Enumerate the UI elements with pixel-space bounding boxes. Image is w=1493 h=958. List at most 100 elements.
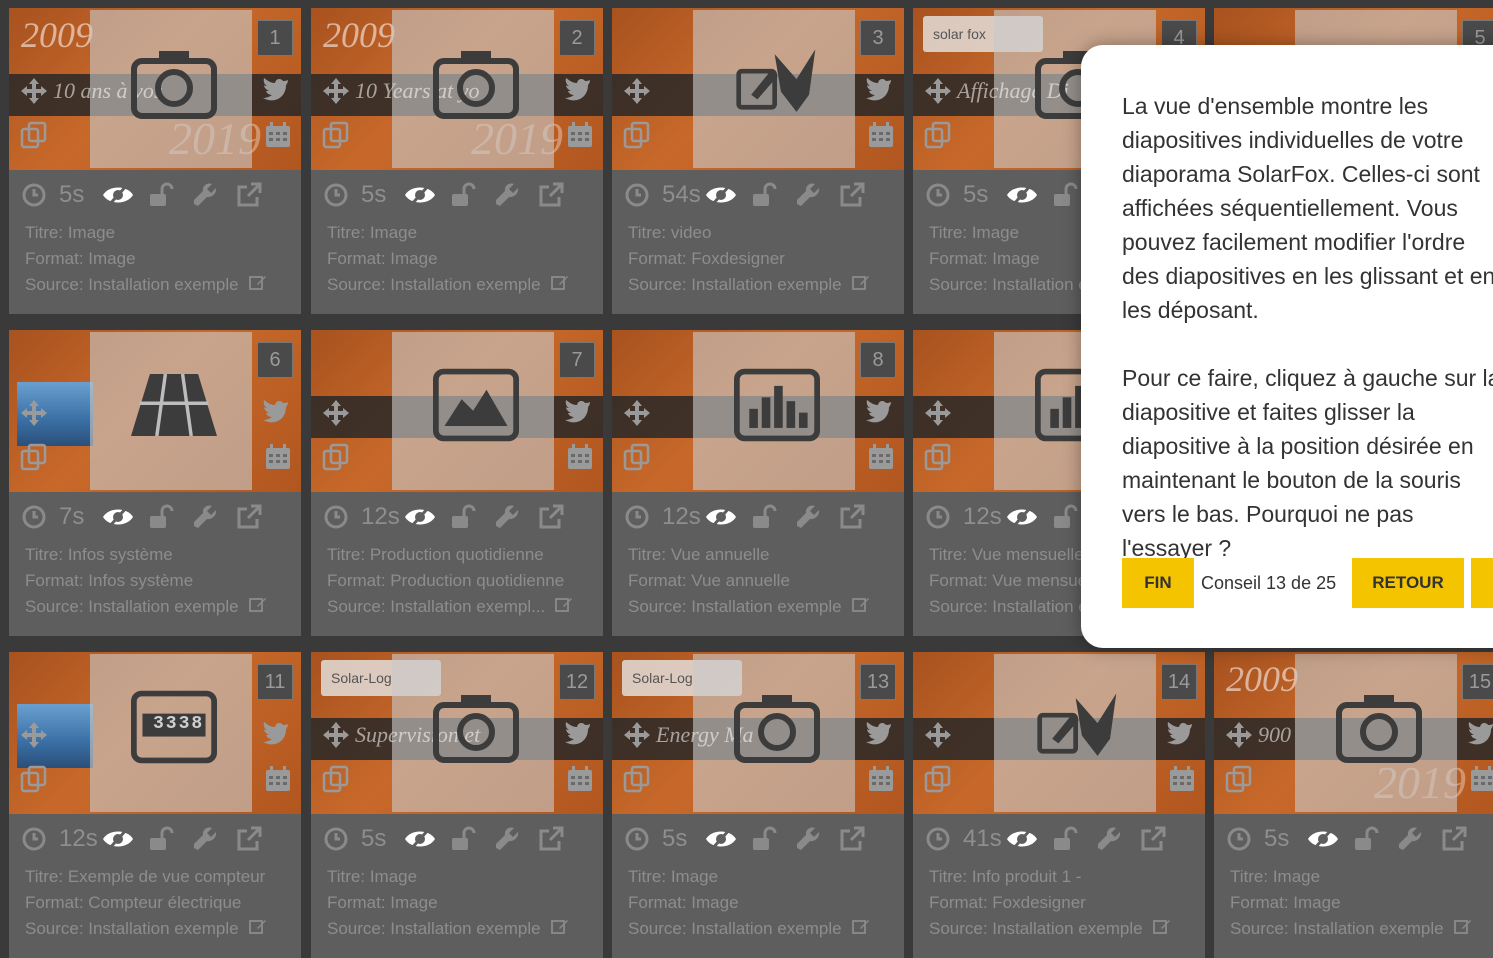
move-icon[interactable] — [321, 720, 351, 750]
copy-icon[interactable] — [622, 120, 652, 150]
edit-source-icon[interactable] — [248, 594, 267, 620]
copy-icon[interactable] — [321, 764, 351, 794]
calendar-icon[interactable] — [1167, 764, 1197, 794]
back-button[interactable]: RETOUR — [1352, 558, 1464, 608]
visibility-toggle-icon[interactable] — [1005, 826, 1039, 852]
external-link-icon[interactable] — [838, 826, 866, 852]
edit-source-icon[interactable] — [851, 916, 870, 942]
edit-source-icon[interactable] — [248, 916, 267, 942]
copy-icon[interactable] — [923, 120, 953, 150]
edit-source-icon[interactable] — [1152, 916, 1171, 942]
unlock-icon[interactable] — [449, 504, 477, 530]
move-icon[interactable] — [923, 720, 953, 750]
settings-wrench-icon[interactable] — [493, 504, 521, 530]
slide-card[interactable]: 20092019900155sTitre: ImageFormat: Image… — [1214, 652, 1493, 958]
external-link-icon[interactable] — [235, 826, 263, 852]
calendar-icon[interactable] — [565, 764, 595, 794]
twitter-icon[interactable] — [563, 74, 593, 104]
settings-wrench-icon[interactable] — [1396, 826, 1424, 852]
copy-icon[interactable] — [321, 120, 351, 150]
twitter-icon[interactable] — [1165, 718, 1195, 748]
slide-thumbnail[interactable]: 7 — [311, 330, 603, 492]
slide-thumbnail[interactable]: 2009201910 ans à vos1 — [9, 8, 301, 170]
slide-thumbnail[interactable]: Solar-Log Energy Ma 13 — [612, 652, 904, 814]
slide-card[interactable]: 6 7s Titre: Infos système Format: Infos sys… — [9, 330, 301, 636]
visibility-toggle-icon[interactable] — [403, 504, 437, 530]
slide-thumbnail[interactable]: 2009201910 Years at yo2 — [311, 8, 603, 170]
calendar-icon[interactable] — [565, 120, 595, 150]
twitter-icon[interactable] — [261, 396, 291, 426]
move-icon[interactable] — [622, 76, 652, 106]
external-link-icon[interactable] — [838, 182, 866, 208]
visibility-toggle-icon[interactable] — [1306, 826, 1340, 852]
settings-wrench-icon[interactable] — [794, 826, 822, 852]
external-link-icon[interactable] — [537, 182, 565, 208]
edit-source-icon[interactable] — [555, 594, 573, 620]
slide-thumbnail[interactable]: 3 — [612, 8, 904, 170]
move-icon[interactable] — [19, 76, 49, 106]
unlock-icon[interactable] — [750, 182, 778, 208]
external-link-icon[interactable] — [235, 182, 263, 208]
next-button[interactable] — [1471, 558, 1493, 608]
calendar-icon[interactable] — [1468, 764, 1493, 794]
slide-card[interactable]: 3338 11 12s Titre: Exemple de vue compteur F… — [9, 652, 301, 958]
move-icon[interactable] — [321, 398, 351, 428]
copy-icon[interactable] — [19, 120, 49, 150]
unlock-icon[interactable] — [750, 826, 778, 852]
calendar-icon[interactable] — [565, 442, 595, 472]
twitter-icon[interactable] — [1466, 718, 1493, 748]
copy-icon[interactable] — [1224, 764, 1254, 794]
visibility-toggle-icon[interactable] — [403, 826, 437, 852]
edit-source-icon[interactable] — [851, 272, 870, 298]
settings-wrench-icon[interactable] — [191, 182, 219, 208]
settings-wrench-icon[interactable] — [794, 504, 822, 530]
unlock-icon[interactable] — [750, 504, 778, 530]
edit-source-icon[interactable] — [248, 272, 267, 298]
edit-source-icon[interactable] — [550, 272, 569, 298]
slide-thumbnail[interactable]: Solar-Log Supervision et 12 — [311, 652, 603, 814]
slide-card[interactable]: 3 54s Titre: video Format: Foxdesigner Sourc… — [612, 8, 904, 314]
edit-source-icon[interactable] — [550, 916, 569, 942]
visibility-toggle-icon[interactable] — [101, 504, 135, 530]
twitter-icon[interactable] — [563, 718, 593, 748]
external-link-icon[interactable] — [235, 504, 263, 530]
twitter-icon[interactable] — [261, 74, 291, 104]
visibility-toggle-icon[interactable] — [1005, 504, 1039, 530]
calendar-icon[interactable] — [263, 442, 293, 472]
move-icon[interactable] — [923, 398, 953, 428]
visibility-toggle-icon[interactable] — [403, 182, 437, 208]
visibility-toggle-icon[interactable] — [704, 826, 738, 852]
move-icon[interactable] — [622, 398, 652, 428]
slide-thumbnail[interactable]: 8 — [612, 330, 904, 492]
slide-card[interactable]: 2009201910 ans à vos1 5s Titre: Image Forma… — [9, 8, 301, 314]
settings-wrench-icon[interactable] — [794, 182, 822, 208]
settings-wrench-icon[interactable] — [493, 826, 521, 852]
external-link-icon[interactable] — [1139, 826, 1167, 852]
slide-card[interactable]: 8 12s Titre: Vue annuelle Format: Vue annue… — [612, 330, 904, 636]
unlock-icon[interactable] — [1352, 826, 1380, 852]
settings-wrench-icon[interactable] — [191, 504, 219, 530]
calendar-icon[interactable] — [866, 120, 896, 150]
copy-icon[interactable] — [923, 442, 953, 472]
external-link-icon[interactable] — [1440, 826, 1468, 852]
copy-icon[interactable] — [321, 442, 351, 472]
move-icon[interactable] — [19, 720, 49, 750]
calendar-icon[interactable] — [866, 442, 896, 472]
unlock-icon[interactable] — [1051, 182, 1079, 208]
slide-card[interactable]: Solar-Log Energy Ma 13 5s Titre: Image Format… — [612, 652, 904, 958]
calendar-icon[interactable] — [866, 764, 896, 794]
unlock-icon[interactable] — [449, 182, 477, 208]
external-link-icon[interactable] — [838, 504, 866, 530]
slide-card[interactable]: 14 41s Titre: Info produit 1 - Format: Foxd… — [913, 652, 1205, 958]
unlock-icon[interactable] — [1051, 504, 1079, 530]
twitter-icon[interactable] — [864, 396, 894, 426]
edit-source-icon[interactable] — [851, 594, 870, 620]
twitter-icon[interactable] — [864, 74, 894, 104]
visibility-toggle-icon[interactable] — [101, 826, 135, 852]
calendar-icon[interactable] — [263, 120, 293, 150]
slide-thumbnail[interactable]: 2009201990015 — [1214, 652, 1493, 814]
unlock-icon[interactable] — [147, 504, 175, 530]
visibility-toggle-icon[interactable] — [704, 182, 738, 208]
unlock-icon[interactable] — [1051, 826, 1079, 852]
copy-icon[interactable] — [622, 764, 652, 794]
